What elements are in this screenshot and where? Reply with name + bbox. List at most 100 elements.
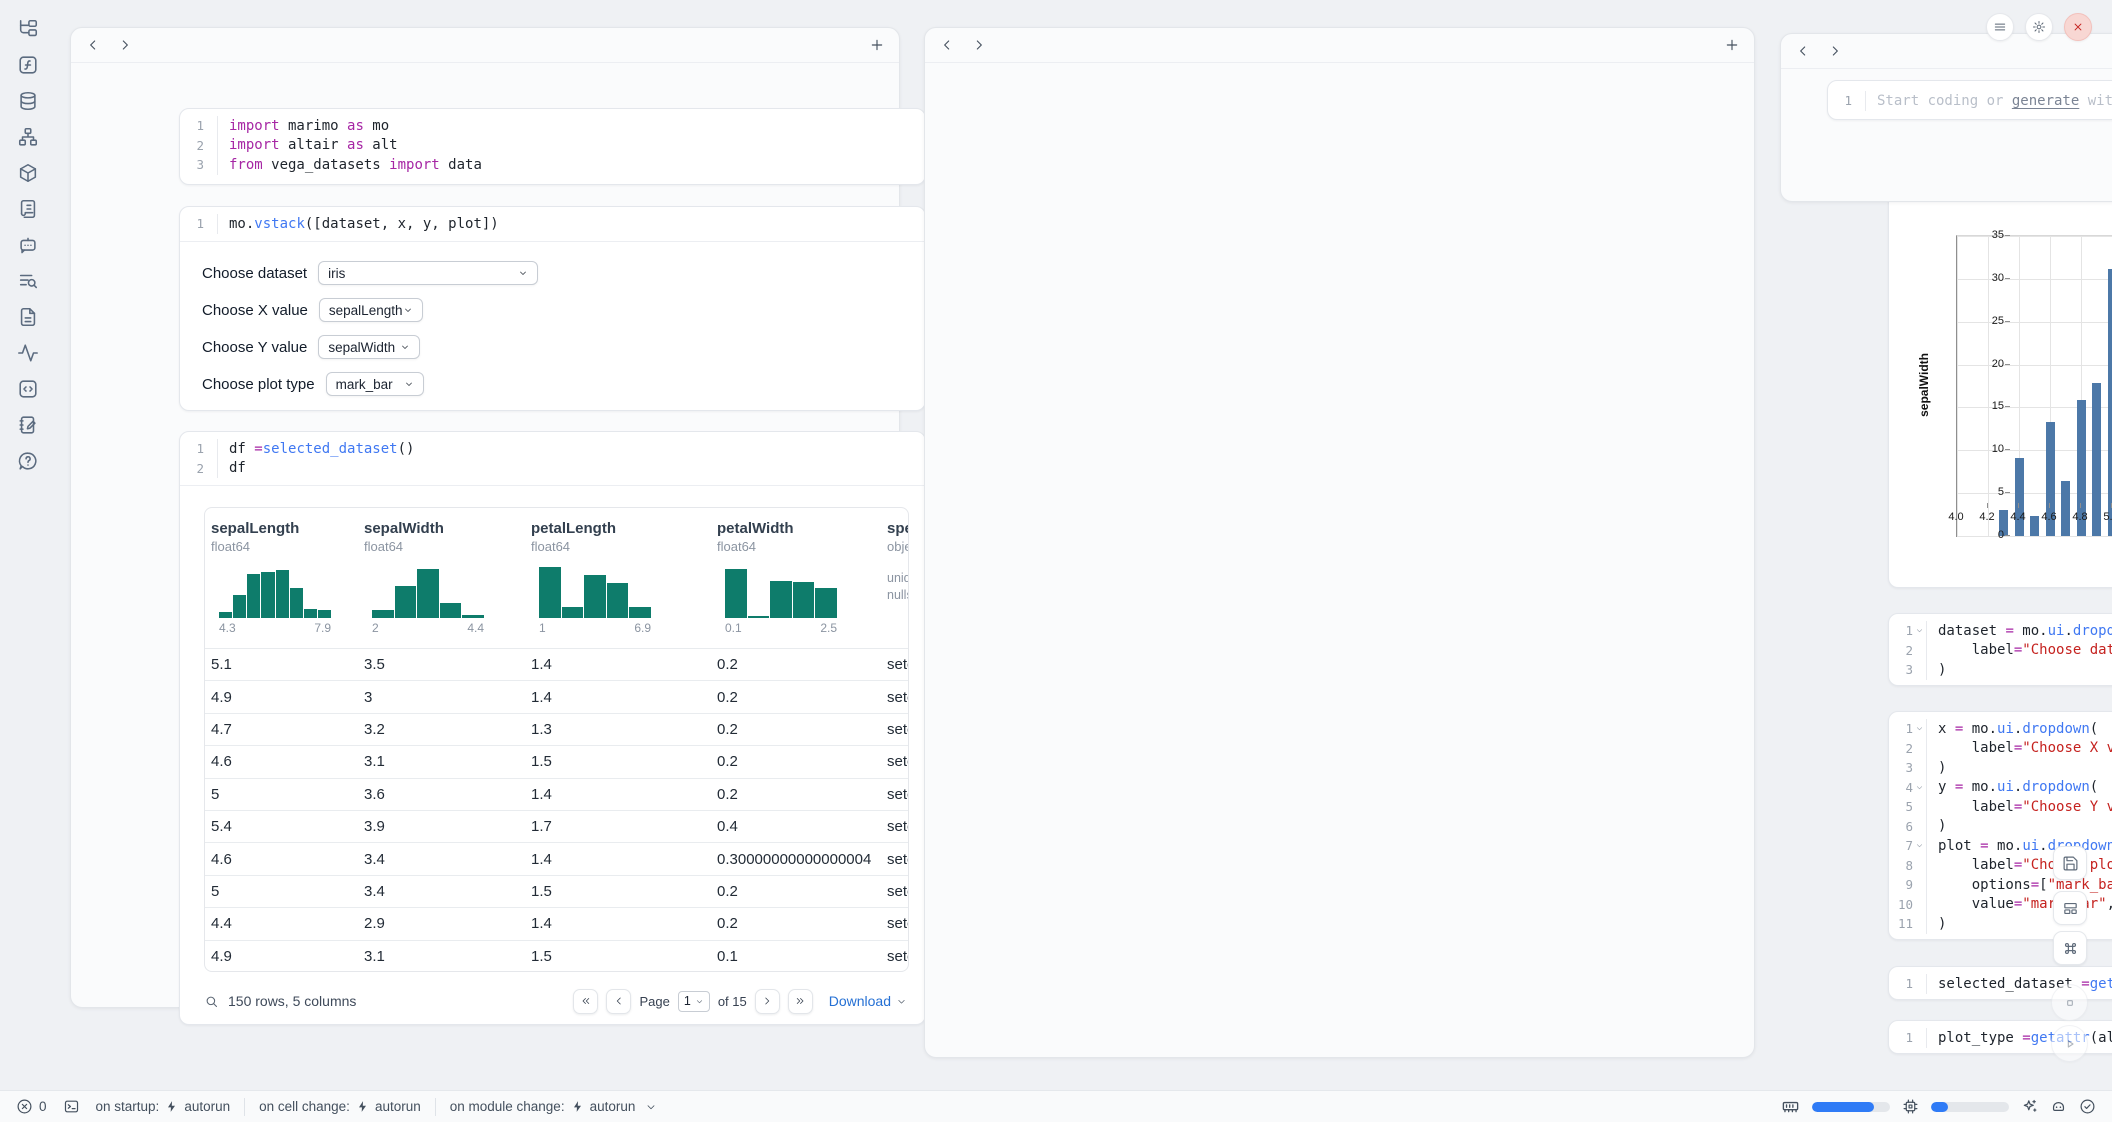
sitemap-icon[interactable] <box>17 126 39 148</box>
status-right <box>1781 1097 2096 1116</box>
panel-back-button[interactable] <box>85 37 101 53</box>
stop-button[interactable] <box>2051 984 2088 1021</box>
chart-output[interactable]: 4.04.24.44.64.85.05.25.45.65.86.06.26.46… <box>1889 202 2112 587</box>
code-editor[interactable]: 1dataset = mo.ui.dropdown(2 label="Choos… <box>1889 614 2112 686</box>
code-cell-dataset-dropdown[interactable]: 1dataset = mo.ui.dropdown(2 label="Choos… <box>1888 613 2112 686</box>
chart-plot-area[interactable] <box>1956 235 2112 537</box>
panel-forward-button[interactable] <box>117 37 133 53</box>
generate-ai-link[interactable]: generate <box>2012 93 2079 109</box>
code-cell-vstack[interactable]: 1mo.vstack([dataset, x, y, plot]) Choose… <box>179 206 926 411</box>
middle-panel-header <box>925 28 1754 63</box>
scroll-icon[interactable] <box>17 198 39 220</box>
left-panel-header <box>71 28 899 63</box>
column-histogram <box>372 564 484 618</box>
layout-button[interactable] <box>2053 891 2087 925</box>
table-header: sepalLengthfloat644.37.9sepalWidthfloat6… <box>205 508 908 649</box>
function-icon[interactable] <box>17 54 39 76</box>
autorun-mode[interactable]: on module change:autorun <box>450 1099 658 1114</box>
column-header[interactable]: speciesobjectunique:nulls: <box>881 508 908 648</box>
table-row[interactable]: 4.93.11.50.1setosa <box>205 941 908 972</box>
column-header[interactable]: sepalLengthfloat644.37.9 <box>205 508 358 648</box>
code-editor[interactable]: 1import marimo as mo2import altair as al… <box>180 109 925 182</box>
pagination: Page 1 of 15 Download <box>573 989 907 1014</box>
x-axis-label: sepalLength <box>1956 558 2112 572</box>
page-select[interactable]: 1 <box>678 991 710 1012</box>
command-button[interactable] <box>2053 931 2087 965</box>
save-button[interactable] <box>2053 846 2087 880</box>
autorun-mode[interactable]: on cell change:autorun <box>259 1099 421 1114</box>
plot-type-select[interactable]: mark_bar <box>326 372 424 396</box>
code-cell-dataframe[interactable]: 1df = selected_dataset()2df sepalLengthf… <box>179 431 926 1025</box>
download-button[interactable]: Download <box>829 993 907 1009</box>
code-snippet-icon[interactable] <box>17 378 39 400</box>
help-icon[interactable] <box>17 450 39 472</box>
close-button[interactable] <box>2064 13 2092 41</box>
table-row[interactable]: 4.931.40.2setosa <box>205 681 908 713</box>
check-circle-icon[interactable] <box>2079 1098 2096 1115</box>
play-button[interactable] <box>2051 1025 2088 1062</box>
control-row: Choose X valuesepalLength <box>202 297 903 323</box>
code-editor[interactable]: 1 Start coding or generate with <box>1828 81 2112 120</box>
panel-forward-button[interactable] <box>971 37 987 53</box>
table-row[interactable]: 5.43.91.70.4setosa <box>205 811 908 843</box>
prev-page-button[interactable] <box>606 989 631 1014</box>
add-cell-button[interactable] <box>1724 37 1740 53</box>
table-summary: 150 rows, 5 columns <box>228 993 356 1009</box>
menu-button[interactable] <box>1986 13 2014 41</box>
y-value-select[interactable]: sepalWidth <box>318 335 420 359</box>
panel-forward-button[interactable] <box>1827 43 1843 59</box>
column-histogram <box>219 564 331 618</box>
table-row[interactable]: 4.73.21.30.2setosa <box>205 714 908 746</box>
mode-value: autorun <box>184 1099 230 1114</box>
cpu-usage-bar <box>1931 1102 2009 1112</box>
editor-placeholder: with <box>2079 93 2112 109</box>
last-page-button[interactable] <box>788 989 813 1014</box>
memory-usage-bar <box>1812 1102 1890 1112</box>
control-row: Choose dataset iris <box>202 260 903 286</box>
search-icon[interactable] <box>204 994 219 1009</box>
file-tree-icon[interactable] <box>17 18 39 40</box>
column-histogram <box>725 564 837 618</box>
activity-icon[interactable] <box>17 342 39 364</box>
package-icon[interactable] <box>17 162 39 184</box>
table-row[interactable]: 5.13.51.40.2setosa <box>205 649 908 681</box>
robot-icon[interactable] <box>2050 1098 2067 1115</box>
next-page-button[interactable] <box>755 989 780 1014</box>
panel-back-button[interactable] <box>939 37 955 53</box>
column-header[interactable]: sepalWidthfloat6424.4 <box>358 508 525 648</box>
chat-bot-icon[interactable] <box>17 234 39 256</box>
sparkles-icon[interactable] <box>2021 1098 2038 1115</box>
panel-back-button[interactable] <box>1795 43 1811 59</box>
table-row[interactable]: 4.42.91.40.2setosa <box>205 908 908 940</box>
zap-icon <box>356 1100 369 1113</box>
chevron-down-icon <box>896 996 907 1007</box>
mode-label: on cell change: <box>259 1099 350 1114</box>
terminal-icon <box>63 1098 80 1115</box>
first-page-button[interactable] <box>573 989 598 1014</box>
column-header[interactable]: petalLengthfloat6416.9 <box>525 508 711 648</box>
column-header[interactable]: petalWidthfloat640.12.5 <box>711 508 881 648</box>
dataset-select[interactable]: iris <box>318 261 538 285</box>
memory-icon <box>1781 1097 1800 1116</box>
empty-code-cell[interactable]: 1 Start coding or generate with <box>1827 80 2112 120</box>
database-icon[interactable] <box>17 90 39 112</box>
notepad-icon[interactable] <box>17 414 39 436</box>
code-editor[interactable]: 1mo.vstack([dataset, x, y, plot]) <box>180 207 925 241</box>
table-row[interactable]: 4.63.41.40.30000000000000004setosa <box>205 843 908 875</box>
terminal-button[interactable] <box>63 1098 80 1115</box>
download-label: Download <box>829 993 891 1009</box>
list-search-icon[interactable] <box>17 270 39 292</box>
autorun-modes: on startup:autorunon cell change:autorun… <box>96 1098 658 1116</box>
code-editor[interactable]: 1df = selected_dataset()2df <box>180 432 925 485</box>
gear-button[interactable] <box>2025 13 2053 41</box>
document-icon[interactable] <box>17 306 39 328</box>
x-value-select[interactable]: sepalLength <box>319 298 423 322</box>
table-row[interactable]: 53.61.40.2setosa <box>205 779 908 811</box>
code-cell-imports[interactable]: 1import marimo as mo2import altair as al… <box>179 108 926 185</box>
table-row[interactable]: 4.63.11.50.2setosa <box>205 746 908 778</box>
error-counter[interactable]: 0 <box>16 1098 47 1115</box>
control-label: Choose dataset <box>202 265 307 282</box>
add-cell-button[interactable] <box>869 37 885 53</box>
table-row[interactable]: 53.41.50.2setosa <box>205 876 908 908</box>
autorun-mode[interactable]: on startup:autorun <box>96 1099 231 1114</box>
